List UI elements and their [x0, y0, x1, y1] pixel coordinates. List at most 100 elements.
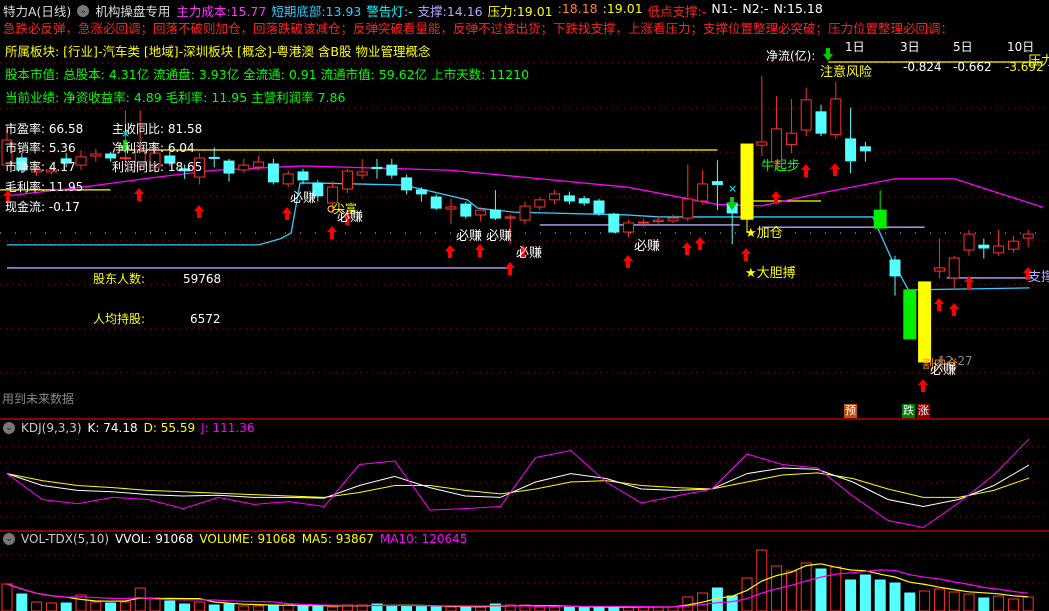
header-item: 短期底部:13.93 [271, 1, 361, 20]
header-item-label: N: [773, 1, 788, 16]
volume-bar [741, 577, 753, 611]
signal-bizhuan: 必赚 [930, 363, 957, 378]
header-item-value: - [732, 1, 738, 16]
avg-holding: 6572 [190, 312, 221, 326]
candle-body [1022, 233, 1034, 239]
signal-dadanbo: ★大胆搏 [745, 266, 796, 281]
signal-niuqibu: 牛起步 [761, 159, 801, 174]
vol-name[interactable]: VOL-TDX(5,10) [21, 532, 109, 546]
candle-body [682, 198, 694, 219]
buy-arrow-icon [682, 242, 692, 255]
candle-body [253, 161, 265, 168]
candle-body [267, 163, 279, 183]
chevron-down-icon[interactable]: ⌄ [3, 533, 15, 545]
candle-body [549, 193, 561, 201]
kdj-j: J: 111.36 [201, 421, 255, 435]
buy-arrow-icon [445, 245, 455, 258]
pressure-label: 压力 [1028, 54, 1049, 69]
support-label: 支撑 [1028, 270, 1049, 285]
header-item: 低点支撑:- [648, 1, 707, 20]
volume-bar [889, 582, 901, 611]
buy-arrow-icon [741, 248, 751, 261]
chevron-down-icon[interactable]: ⌄ [77, 4, 90, 17]
candle-body [415, 189, 427, 195]
volume-bar [963, 593, 975, 611]
candle-body [238, 164, 250, 171]
candle-body [90, 153, 102, 157]
kdj-header: ⌄ KDJ(9,3,3) K: 74.18 D: 55.59 J: 111.36 [3, 421, 254, 435]
candle-body [873, 209, 887, 229]
signal-jiacang: ★加仓 [745, 226, 783, 241]
volume-bar [578, 606, 590, 611]
signal-bizhuan: 必赚 [634, 239, 661, 254]
candle-body [356, 171, 368, 176]
header-values: 主力成本:15.77 短期底部:13.93 警告灯:- 支撑:14.16 压力:19.0… [176, 1, 822, 20]
volume-bar [874, 579, 886, 611]
candle-body [208, 156, 220, 159]
candle-body [282, 173, 294, 185]
volume-bar [327, 606, 339, 611]
candle-body [534, 199, 546, 208]
volume-bar [475, 606, 487, 611]
ma5-value: MA5: 93867 [301, 532, 374, 546]
signal-bizhuan: 必赚 [486, 229, 513, 244]
candle-body [697, 183, 709, 202]
buy-arrow-icon [830, 163, 840, 176]
header-item-label: 支撑: [417, 4, 447, 19]
holders-count-label: 股东人数: [93, 272, 146, 286]
candle-body [978, 244, 990, 249]
header-item: 压力:19.01 [488, 1, 553, 20]
sector-info: 所属板块: [行业]-汽车类 [地域]-深圳板块 [概念]-粤港澳 含B股 物业… [5, 44, 431, 59]
candle-body [504, 216, 516, 219]
candle-body [815, 111, 827, 134]
candle-body [756, 141, 768, 146]
candle-body [859, 146, 871, 152]
volume-bar [193, 601, 205, 611]
volume-bar [800, 562, 812, 611]
volume-bar [415, 605, 427, 611]
buy-arrow-icon [327, 226, 337, 239]
volume-bar [134, 587, 146, 611]
volume-bar [1022, 596, 1034, 611]
candle-body [401, 177, 413, 191]
candle-body [933, 267, 945, 272]
header-item-label: 压力: [487, 4, 517, 19]
future-data-note: 用到未来数据 [2, 392, 75, 406]
volume-bar [859, 574, 871, 611]
volume-bar [1, 583, 13, 611]
netflow-label: 净流(亿): [766, 49, 816, 63]
cost-line [7, 182, 1030, 291]
holders-count: 59768 [183, 272, 222, 286]
volume-bar [933, 588, 945, 611]
header-item-value: 13.93 [325, 4, 362, 19]
candle-body [830, 98, 842, 136]
chevron-down-icon[interactable]: ⌄ [3, 422, 15, 434]
header-item: N2:- [742, 1, 768, 20]
buy-arrow-icon [801, 164, 811, 177]
header-item-value: 14.16 [446, 4, 483, 19]
volume-bar [31, 601, 43, 611]
candle-body [845, 138, 857, 162]
volume-value: VOLUME: 91068 [199, 532, 296, 546]
cross-mark-icon: × [728, 182, 737, 195]
kdj-name[interactable]: KDJ(9,3,3) [21, 421, 82, 435]
volume-bar [238, 605, 250, 611]
candle-body [800, 99, 812, 131]
candle-body [297, 171, 309, 181]
netflow-period: 1日 [845, 40, 865, 54]
candle-body [119, 157, 131, 160]
volume-bar [149, 597, 161, 611]
indicator-name[interactable]: 机构操盘专用 [95, 1, 170, 20]
forecast-badge: 预 [844, 404, 857, 418]
header-item-value: 18.18 [561, 1, 598, 16]
revenue-yoy: 主收同比: 81.58 [112, 122, 203, 136]
header-item-label: 低点支撑: [647, 4, 702, 19]
volume-bar [119, 601, 131, 611]
candle-body [386, 164, 398, 176]
volume-bar [430, 606, 442, 611]
header-item-label: 短期底部: [271, 4, 326, 19]
header-item-label: N1: [711, 1, 733, 16]
volume-bar [815, 568, 827, 611]
kdj-d: D: 55.59 [143, 421, 196, 435]
volume-bar [489, 603, 501, 611]
